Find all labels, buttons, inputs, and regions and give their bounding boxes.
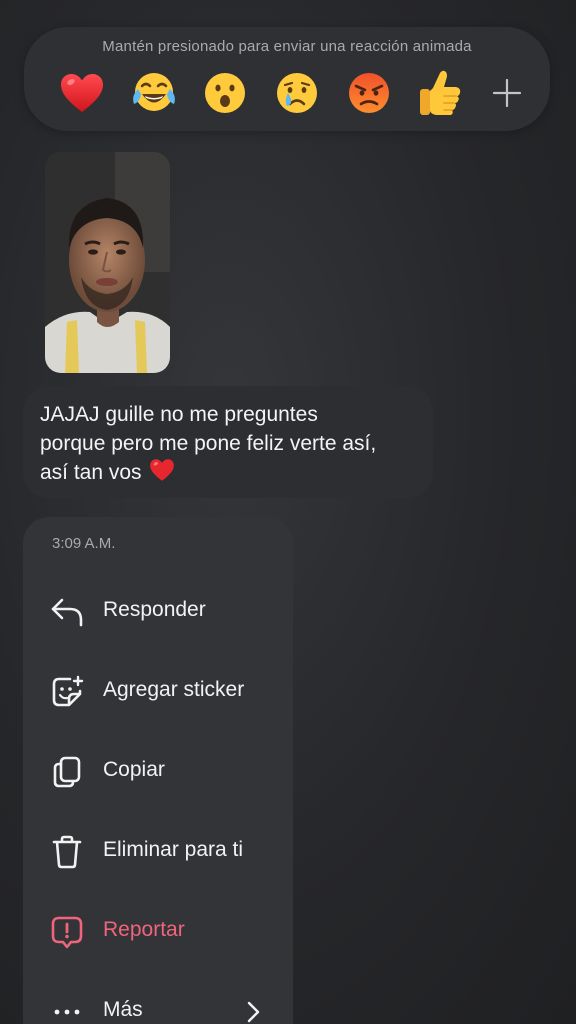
menu-item-add-sticker[interactable]: Agregar sticker — [23, 660, 293, 720]
face-with-open-mouth-icon — [205, 73, 246, 113]
chevron-right-icon — [247, 1001, 260, 1023]
video-frame-image — [45, 152, 170, 373]
angry-face-reaction[interactable] — [344, 68, 394, 118]
menu-item-delete-for-you[interactable]: Eliminar para ti — [23, 820, 293, 880]
face-with-tears-of-joy-reaction[interactable] — [129, 68, 179, 118]
reaction-hint: Mantén presionado para enviar una reacci… — [102, 38, 472, 55]
message-line-last: así tan vos — [40, 458, 430, 490]
reply-icon — [49, 594, 85, 630]
trash-icon — [49, 834, 85, 870]
face-with-open-mouth-reaction[interactable] — [200, 68, 250, 118]
copy-icon — [49, 754, 85, 790]
thumbs-up-reaction[interactable] — [415, 68, 465, 118]
menu-item-copy[interactable]: Copiar — [23, 740, 293, 800]
face-with-tears-of-joy-icon — [132, 73, 175, 111]
menu-item-more[interactable]: Más — [23, 980, 293, 1024]
angry-face-icon — [348, 73, 389, 113]
menu-item-report[interactable]: Reportar — [23, 900, 293, 960]
add-sticker-icon — [49, 674, 85, 710]
crying-face-reaction[interactable] — [272, 68, 322, 118]
red-heart-icon — [149, 458, 175, 490]
message-line: JAJAJ guille no me preguntes — [40, 403, 318, 426]
menu-item-reply[interactable]: Responder — [23, 580, 293, 640]
message-context-menu: 3:09 A.M. Responder Agregar sticker Copi… — [23, 517, 293, 1024]
reaction-bar: Mantén presionado para enviar una reacci… — [24, 27, 550, 131]
plus-icon — [492, 78, 522, 108]
screen: Mantén presionado para enviar una reacci… — [0, 0, 576, 1024]
menu-item-label: Reportar — [103, 918, 185, 941]
thumbs-up-icon — [420, 70, 461, 115]
report-icon — [49, 914, 85, 950]
menu-item-label: Más — [103, 998, 143, 1021]
crying-face-icon — [276, 73, 317, 113]
red-heart-icon — [61, 74, 103, 112]
menu-item-label: Agregar sticker — [103, 678, 245, 701]
message-text: JAJAJ guille no me preguntes porque pero… — [40, 400, 430, 490]
message-timestamp: 3:09 A.M. — [52, 535, 116, 552]
menu-item-label: Eliminar para ti — [103, 838, 244, 861]
more-icon — [49, 994, 85, 1024]
menu-item-label: Copiar — [103, 758, 165, 781]
video-message-thumbnail[interactable] — [45, 152, 170, 373]
message-bubble[interactable]: JAJAJ guille no me preguntes porque pero… — [23, 386, 433, 498]
more-reactions-button[interactable] — [487, 73, 527, 113]
message-line: así tan vos — [40, 461, 142, 484]
menu-item-label: Responder — [103, 598, 206, 621]
red-heart-reaction[interactable] — [57, 68, 107, 118]
message-line: porque pero me pone feliz verte así, — [40, 432, 377, 455]
emoji-row — [57, 67, 527, 119]
